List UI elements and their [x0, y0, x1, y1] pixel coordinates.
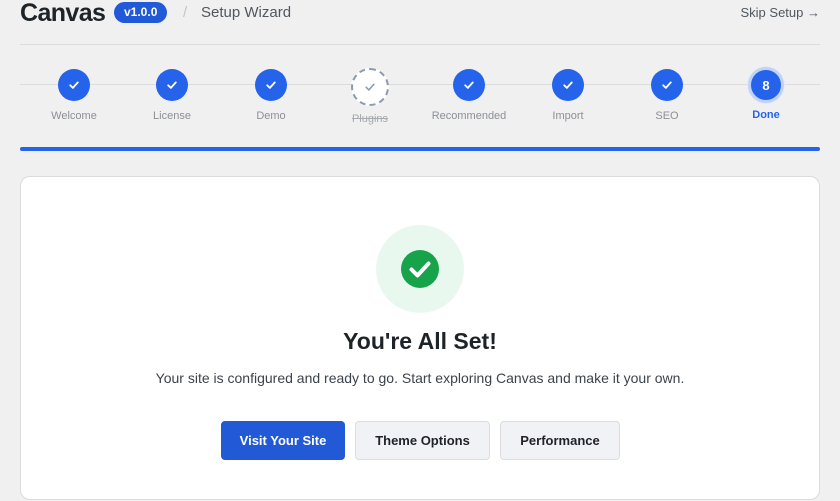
step-number: 8: [748, 67, 784, 103]
completion-card: You're All Set! Your site is configured …: [20, 176, 820, 500]
step-label: Welcome: [51, 110, 97, 122]
step-label: Demo: [256, 110, 286, 122]
step-license[interactable]: License: [122, 69, 222, 122]
app-logo: Canvas: [20, 0, 106, 27]
step-seo[interactable]: SEO: [617, 69, 717, 122]
check-circle-icon: [401, 250, 439, 288]
page-title: Setup Wizard: [201, 4, 292, 21]
step-welcome[interactable]: Welcome: [24, 69, 124, 122]
step-label: Import: [552, 110, 584, 122]
step-label: License: [153, 110, 191, 122]
success-badge: [376, 225, 464, 313]
step-label: Plugins: [351, 113, 389, 125]
step-done[interactable]: 8 Done: [716, 67, 816, 121]
check-icon: [255, 69, 287, 101]
check-icon: [156, 69, 188, 101]
skip-setup-link[interactable]: Skip Setup →: [741, 5, 821, 20]
theme-options-button[interactable]: Theme Options: [355, 421, 490, 460]
breadcrumb-separator: /: [183, 4, 188, 21]
wizard-stepper: Welcome License Demo Plugins Recommended…: [20, 45, 820, 147]
step-plugins[interactable]: Plugins: [320, 68, 420, 125]
step-import[interactable]: Import: [518, 69, 618, 122]
check-icon: [351, 68, 389, 106]
completion-subtitle: Your site is configured and ready to go.…: [155, 370, 685, 386]
step-recommended[interactable]: Recommended: [419, 69, 519, 122]
version-badge: v1.0.0: [114, 2, 168, 23]
completion-title: You're All Set!: [343, 328, 497, 354]
performance-button[interactable]: Performance: [500, 421, 620, 460]
step-label: SEO: [655, 110, 679, 122]
step-demo[interactable]: Demo: [221, 69, 321, 122]
check-icon: [58, 69, 90, 101]
header: Canvas v1.0.0 / Setup Wizard Skip Setup …: [20, 0, 820, 45]
check-icon: [552, 69, 584, 101]
step-label: Done: [752, 109, 780, 121]
visit-site-button[interactable]: Visit Your Site: [221, 421, 345, 460]
check-icon: [453, 69, 485, 101]
wizard-progress-bar: [20, 147, 820, 151]
step-label: Recommended: [431, 110, 507, 122]
check-icon: [651, 69, 683, 101]
